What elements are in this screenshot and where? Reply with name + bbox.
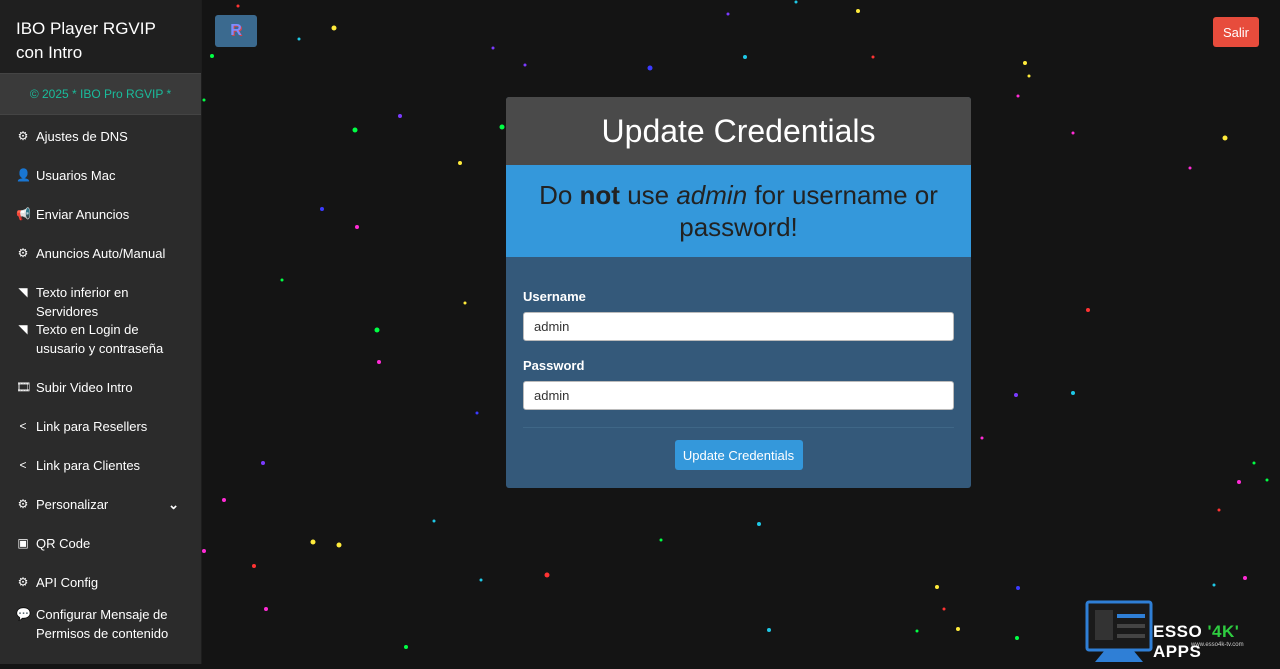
alert-text-pre: Do — [539, 180, 580, 210]
sidebar-item-label: API Config — [36, 575, 99, 590]
sidebar-item-label: Usuarios Mac — [36, 168, 116, 183]
cogs-icon: ⚙ — [17, 575, 29, 589]
sidebar-item-label: Personalizar — [36, 497, 109, 512]
user-icon: 👤 — [16, 168, 31, 182]
password-label: Password — [523, 358, 585, 373]
app-title[interactable]: IBO Player RGVIP con Intro — [0, 0, 201, 73]
cogs-icon: ⚙ — [17, 246, 29, 260]
warning-alert: Do not use admin for username or passwor… — [506, 165, 971, 257]
card-title: Update Credentials — [506, 97, 971, 165]
credentials-form: Username Password Update Credentials — [506, 257, 971, 470]
sidebar-item-configurar-mensaje[interactable]: 💬 Configurar Mensaje de Permisos de cont… — [0, 605, 201, 655]
sidebar-item-label: Subir Video Intro — [36, 380, 133, 395]
share-icon: < — [19, 419, 27, 433]
update-credentials-button[interactable]: Update Credentials — [674, 440, 803, 470]
form-divider — [523, 427, 954, 428]
sidebar-item-anuncios-auto[interactable]: ⚙ Anuncios Auto/Manual — [0, 244, 201, 283]
sidebar-item-label: Link para Clientes — [36, 458, 141, 473]
sidebar-item-texto-inferior[interactable]: ◥ Texto inferior en Servidores — [0, 283, 201, 320]
sidebar-item-label: QR Code — [36, 536, 91, 551]
sidebar-item-label: Anuncios Auto/Manual — [36, 246, 166, 261]
sidebar-item-api-config[interactable]: ⚙ API Config — [0, 573, 201, 605]
sidebar-item-link-resellers[interactable]: < Link para Resellers — [0, 417, 201, 456]
cogs-icon: ⚙ — [17, 497, 29, 511]
alert-text-bold: not — [579, 180, 620, 210]
username-input[interactable] — [523, 312, 954, 341]
sidebar: IBO Player RGVIP con Intro © 2025 * IBO … — [0, 0, 202, 664]
password-input[interactable] — [523, 381, 954, 410]
sidebar-item-enviar-anuncios[interactable]: 📢 Enviar Anuncios — [0, 205, 201, 244]
alert-text-mid: use — [619, 180, 677, 210]
sidebar-item-label: Link para Resellers — [36, 419, 148, 434]
rss-icon: ◥ — [18, 285, 28, 299]
rss-icon: ◥ — [18, 322, 28, 336]
bullhorn-icon: 📢 — [16, 207, 31, 221]
alert-text-italic: admin — [676, 180, 748, 210]
tv-monitor-icon — [1085, 600, 1153, 662]
image-icon: ▣ — [17, 536, 29, 550]
app-logo-button[interactable]: R — [215, 15, 257, 47]
cogs-icon: ⚙ — [17, 129, 29, 143]
sidebar-item-label: Ajustes de DNS — [36, 129, 128, 144]
sidebar-item-label: Configurar Mensaje de Permisos de conten… — [36, 607, 169, 641]
sidebar-item-label: Texto inferior en Servidores — [36, 285, 129, 319]
sidebar-item-subir-video[interactable]: 🎞 Subir Video Intro — [0, 378, 201, 417]
logout-button[interactable]: Salir — [1213, 17, 1259, 47]
film-icon: 🎞 — [16, 380, 32, 394]
sidebar-item-dns[interactable]: ⚙ Ajustes de DNS — [0, 127, 201, 166]
sidebar-item-label: Texto en Login de ususario y contraseña — [36, 322, 164, 356]
share-icon: < — [19, 458, 27, 472]
app-logo-icon: R — [230, 22, 242, 39]
esso-url: www.esso4k-tv.com — [1191, 642, 1244, 648]
sidebar-item-label: Enviar Anuncios — [36, 207, 130, 222]
update-credentials-card: Update Credentials Do not use admin for … — [506, 97, 971, 488]
chevron-down-icon[interactable]: ⌄ — [168, 495, 185, 514]
esso-watermark: ESSO '4K' APPS www.esso4k-tv.com — [1085, 600, 1280, 664]
sidebar-item-link-clientes[interactable]: < Link para Clientes — [0, 456, 201, 495]
copyright-text: © 2025 * IBO Pro RGVIP * — [0, 73, 201, 115]
sidebar-item-texto-login[interactable]: ◥ Texto en Login de ususario y contraseñ… — [0, 320, 201, 378]
comment-icon: 💬 — [16, 607, 31, 621]
sidebar-item-personalizar[interactable]: ⚙ Personalizar ⌄ — [0, 495, 201, 534]
sidebar-item-qr-code[interactable]: ▣ QR Code — [0, 534, 201, 573]
username-label: Username — [523, 289, 586, 304]
sidebar-item-usuarios-mac[interactable]: 👤 Usuarios Mac — [0, 166, 201, 205]
